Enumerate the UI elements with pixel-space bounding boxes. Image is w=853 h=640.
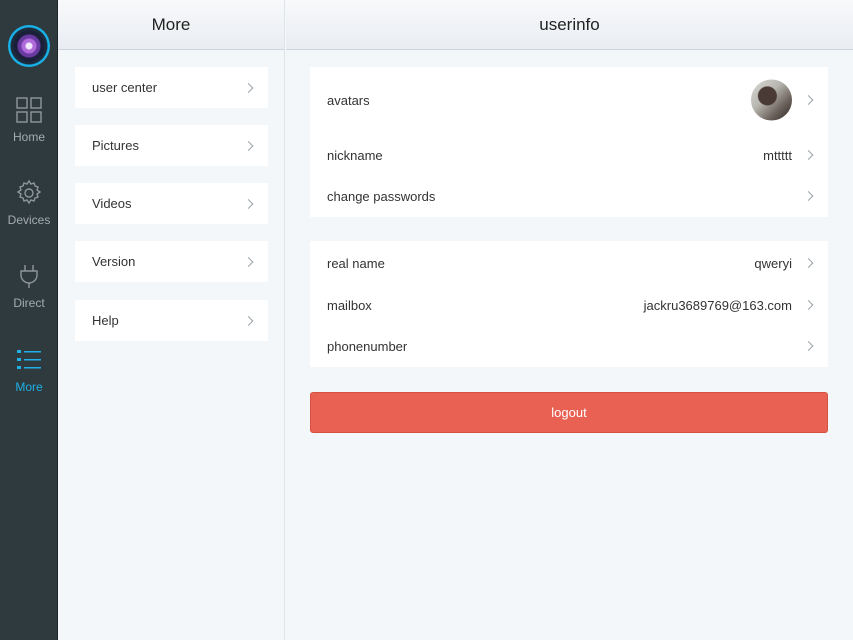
nav-direct-label: Direct [13, 296, 45, 310]
menu-item-pictures[interactable]: Pictures [75, 125, 268, 166]
more-panel-title: More [58, 0, 284, 50]
menu-item-label: Help [92, 313, 119, 328]
chevron-right-icon [243, 140, 254, 151]
row-label: phonenumber [327, 338, 408, 354]
nav-direct[interactable]: Direct [0, 256, 58, 320]
menu-item-help[interactable]: Help [75, 300, 268, 341]
mailbox-row[interactable]: mailbox jackru3689769@163.com [310, 284, 828, 326]
row-label: real name [327, 255, 385, 271]
menu-item-user-center[interactable]: user center [75, 67, 268, 108]
change-passwords-row[interactable]: change passwords [310, 175, 828, 217]
menu-item-label: user center [92, 80, 158, 95]
profile-card: avatars nickname mttttt change passwords [310, 67, 828, 217]
nav-more-label: More [15, 380, 43, 394]
chevron-right-icon [803, 150, 814, 160]
nav-devices-label: Devices [7, 213, 51, 227]
list-icon [17, 350, 41, 369]
gear-icon [16, 179, 42, 205]
mailbox-value: jackru3689769@163.com [643, 297, 792, 313]
home-grid-icon [16, 97, 42, 123]
row-label: avatars [327, 92, 370, 108]
chevron-right-icon [803, 341, 814, 351]
menu-item-label: Videos [92, 196, 132, 211]
chevron-right-icon [243, 256, 254, 267]
more-panel: More user center Pictures Videos Version… [58, 0, 285, 640]
chevron-right-icon [803, 300, 814, 310]
nav-home[interactable]: Home [0, 90, 58, 154]
menu-item-version[interactable]: Version [75, 241, 268, 282]
chevron-right-icon [243, 315, 254, 326]
app-logo [8, 25, 50, 67]
chevron-right-icon [803, 191, 814, 201]
logout-button[interactable]: logout [310, 392, 828, 433]
row-label: nickname [327, 147, 383, 163]
nav-home-label: Home [12, 130, 45, 144]
userinfo-title: userinfo [286, 0, 853, 50]
avatar [751, 79, 792, 121]
contact-card: real name qweryi mailbox jackru3689769@1… [310, 241, 828, 367]
nav-more[interactable]: More [0, 340, 58, 404]
chevron-right-icon [803, 258, 814, 268]
plug-icon [20, 265, 38, 288]
chevron-right-icon [243, 82, 254, 93]
nickname-row[interactable]: nickname mttttt [310, 134, 828, 176]
nav-devices[interactable]: Devices [0, 173, 58, 237]
real-name-row[interactable]: real name qweryi [310, 242, 828, 284]
nav-rail: Home Devices Direct More [0, 0, 58, 640]
nickname-value: mttttt [763, 147, 792, 163]
row-label: change passwords [327, 188, 436, 204]
menu-item-videos[interactable]: Videos [75, 183, 268, 224]
userinfo-panel: userinfo avatars nickname mttttt change … [286, 0, 853, 640]
phonenumber-row[interactable]: phonenumber [310, 325, 828, 367]
menu-item-label: Version [92, 254, 136, 269]
real-name-value: qweryi [754, 255, 792, 271]
row-label: mailbox [327, 297, 372, 313]
menu-item-label: Pictures [92, 138, 139, 153]
chevron-right-icon [243, 198, 254, 209]
chevron-right-icon [803, 95, 814, 105]
avatars-row[interactable]: avatars [310, 79, 828, 121]
